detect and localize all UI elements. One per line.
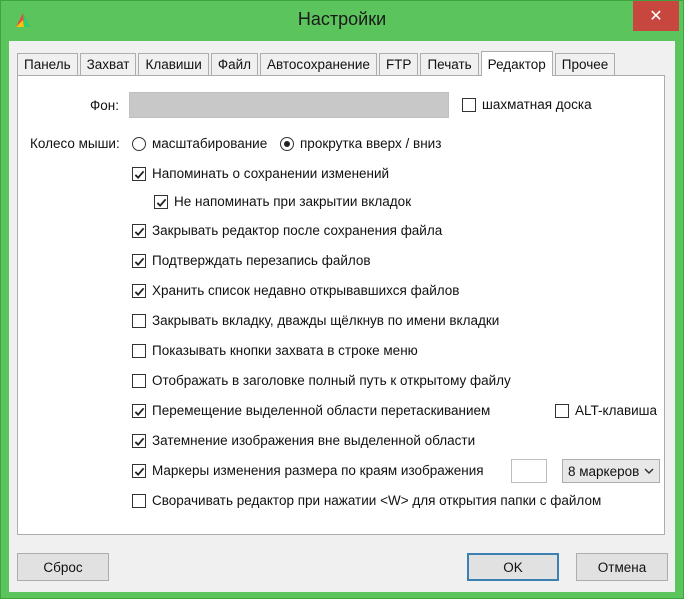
checkmark-icon — [134, 257, 144, 266]
minimize-editor-checkbox[interactable] — [132, 494, 146, 508]
remind-save-checkbox[interactable] — [132, 167, 146, 181]
tab-autosave[interactable]: Автосохранение — [260, 53, 377, 75]
background-label: Фон: — [90, 98, 119, 113]
tab-ftp[interactable]: FTP — [378, 53, 419, 75]
recent-files-label: Хранить список недавно открывавшихся фай… — [152, 283, 460, 298]
tab-strip: Панель Захват Клавиши Файл Автосохранени… — [17, 51, 617, 76]
cancel-button[interactable]: Отмена — [576, 553, 668, 581]
drag-selection-label: Перемещение выделенной области перетаски… — [152, 403, 491, 418]
mouse-wheel-label: Колесо мыши: — [30, 136, 120, 151]
checkmark-icon — [134, 437, 144, 446]
alt-key-checkbox[interactable] — [555, 404, 569, 418]
confirm-overwrite-label: Подтверждать перезапись файлов — [152, 253, 371, 268]
double-click-close-tab-label: Закрывать вкладку, дважды щёлкнув по име… — [152, 313, 500, 328]
dim-outside-selection-checkbox[interactable] — [132, 434, 146, 448]
chevron-down-icon — [644, 468, 654, 475]
recent-files-checkbox[interactable] — [132, 284, 146, 298]
dim-outside-selection-label: Затемнение изображения вне выделенной об… — [152, 433, 476, 448]
resize-markers-checkbox[interactable] — [132, 464, 146, 478]
remind-save-label: Напоминать о сохранении изменений — [152, 166, 390, 181]
tab-editor[interactable]: Редактор — [480, 51, 553, 76]
wheel-scroll-radio[interactable] — [280, 137, 294, 151]
tab-other[interactable]: Прочее — [554, 53, 616, 75]
dialog-body: Панель Захват Клавиши Файл Автосохранени… — [9, 41, 675, 592]
marker-size-input[interactable] — [511, 459, 547, 483]
minimize-editor-label: Сворачивать редактор при нажатии <W> для… — [152, 493, 602, 508]
reset-button[interactable]: Сброс — [17, 553, 109, 581]
capture-buttons-menu-label: Показывать кнопки захвата в строке меню — [152, 343, 418, 358]
settings-window: Настройки ✕ Панель Захват Клавиши Файл А… — [0, 0, 684, 599]
background-color-field[interactable] — [129, 92, 449, 118]
window-title: Настройки — [297, 9, 387, 29]
tab-hotkeys[interactable]: Клавиши — [138, 53, 209, 75]
tab-file[interactable]: Файл — [210, 53, 259, 75]
no-remind-close-tabs-checkbox[interactable] — [154, 195, 168, 209]
wheel-scroll-label: прокрутка вверх / вниз — [300, 136, 442, 151]
checkerboard-label: шахматная доска — [482, 97, 592, 112]
close-editor-after-save-checkbox[interactable] — [132, 224, 146, 238]
alt-key-label: ALT-клавиша — [575, 403, 658, 418]
close-icon: ✕ — [649, 8, 663, 25]
checkmark-icon — [156, 198, 166, 207]
editor-tab-panel: Фон: шахматная доска Колесо мыши: масшта… — [17, 75, 665, 535]
checkmark-icon — [134, 287, 144, 296]
double-click-close-tab-checkbox[interactable] — [132, 314, 146, 328]
title-bar: Настройки ✕ — [1, 1, 683, 41]
marker-count-value: 8 маркеров — [568, 463, 640, 479]
tab-print[interactable]: Печать — [420, 53, 479, 75]
checkerboard-checkbox[interactable] — [462, 98, 476, 112]
tab-capture[interactable]: Захват — [79, 53, 137, 75]
close-button[interactable]: ✕ — [633, 1, 679, 31]
no-remind-close-tabs-label: Не напоминать при закрытии вкладок — [174, 194, 412, 209]
checkmark-icon — [134, 227, 144, 236]
checkmark-icon — [134, 407, 144, 416]
full-path-title-checkbox[interactable] — [132, 374, 146, 388]
ok-button[interactable]: OK — [467, 553, 559, 581]
checkmark-icon — [134, 467, 144, 476]
confirm-overwrite-checkbox[interactable] — [132, 254, 146, 268]
wheel-zoom-radio[interactable] — [132, 137, 146, 151]
marker-count-select[interactable]: 8 маркеров — [562, 459, 660, 483]
checkmark-icon — [134, 170, 144, 179]
full-path-title-label: Отображать в заголовке полный путь к отк… — [152, 373, 511, 388]
resize-markers-label: Маркеры изменения размера по краям изобр… — [152, 463, 484, 478]
drag-selection-checkbox[interactable] — [132, 404, 146, 418]
capture-buttons-menu-checkbox[interactable] — [132, 344, 146, 358]
wheel-zoom-label: масштабирование — [152, 136, 268, 151]
close-editor-after-save-label: Закрывать редактор после сохранения файл… — [152, 223, 443, 238]
tab-panel[interactable]: Панель — [17, 53, 78, 75]
